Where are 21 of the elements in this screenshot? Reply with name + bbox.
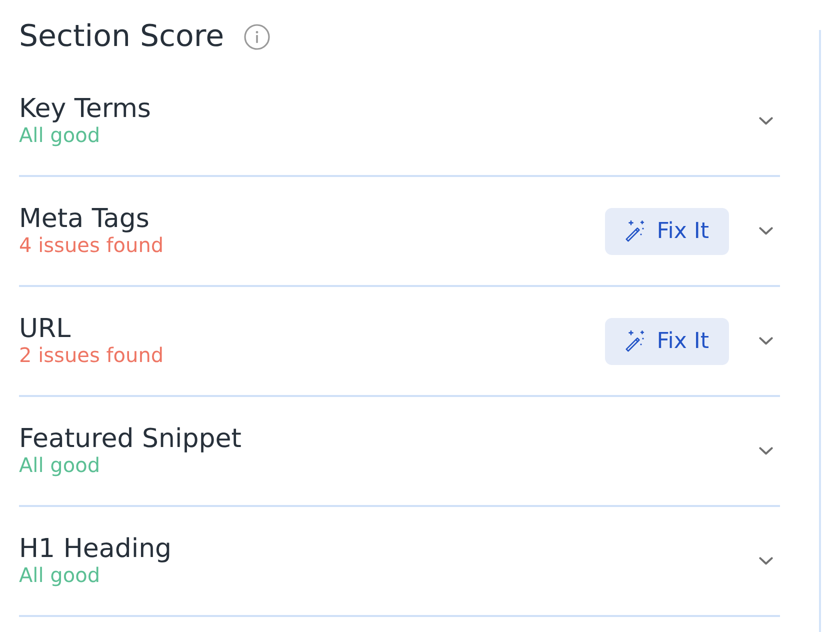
section-name: H1 Heading <box>19 535 172 563</box>
section-name: Key Terms <box>19 95 151 123</box>
chevron-icon[interactable] <box>759 447 773 455</box>
magic-wand-icon <box>624 330 645 352</box>
info-icon[interactable] <box>244 24 270 50</box>
section-name: Featured Snippet <box>19 425 242 453</box>
status-text: All good <box>19 453 100 477</box>
section-name: URL <box>19 315 71 343</box>
fix-it-button[interactable]: Fix It <box>604 208 729 254</box>
section-name: Meta Tags <box>19 205 150 233</box>
chevron-icon[interactable] <box>759 227 773 235</box>
status-text: 4 issues found <box>19 233 164 257</box>
chevron-icon[interactable] <box>759 337 773 345</box>
chevron-icon[interactable] <box>759 117 773 125</box>
fix-it-button[interactable]: Fix It <box>604 318 729 364</box>
chevron-icon[interactable] <box>759 557 773 565</box>
status-text: All good <box>19 123 100 147</box>
status-text: 2 issues found <box>19 343 164 367</box>
section-title: Section Score <box>19 18 224 56</box>
status-text: All good <box>19 563 100 587</box>
magic-wand-icon <box>624 220 645 242</box>
